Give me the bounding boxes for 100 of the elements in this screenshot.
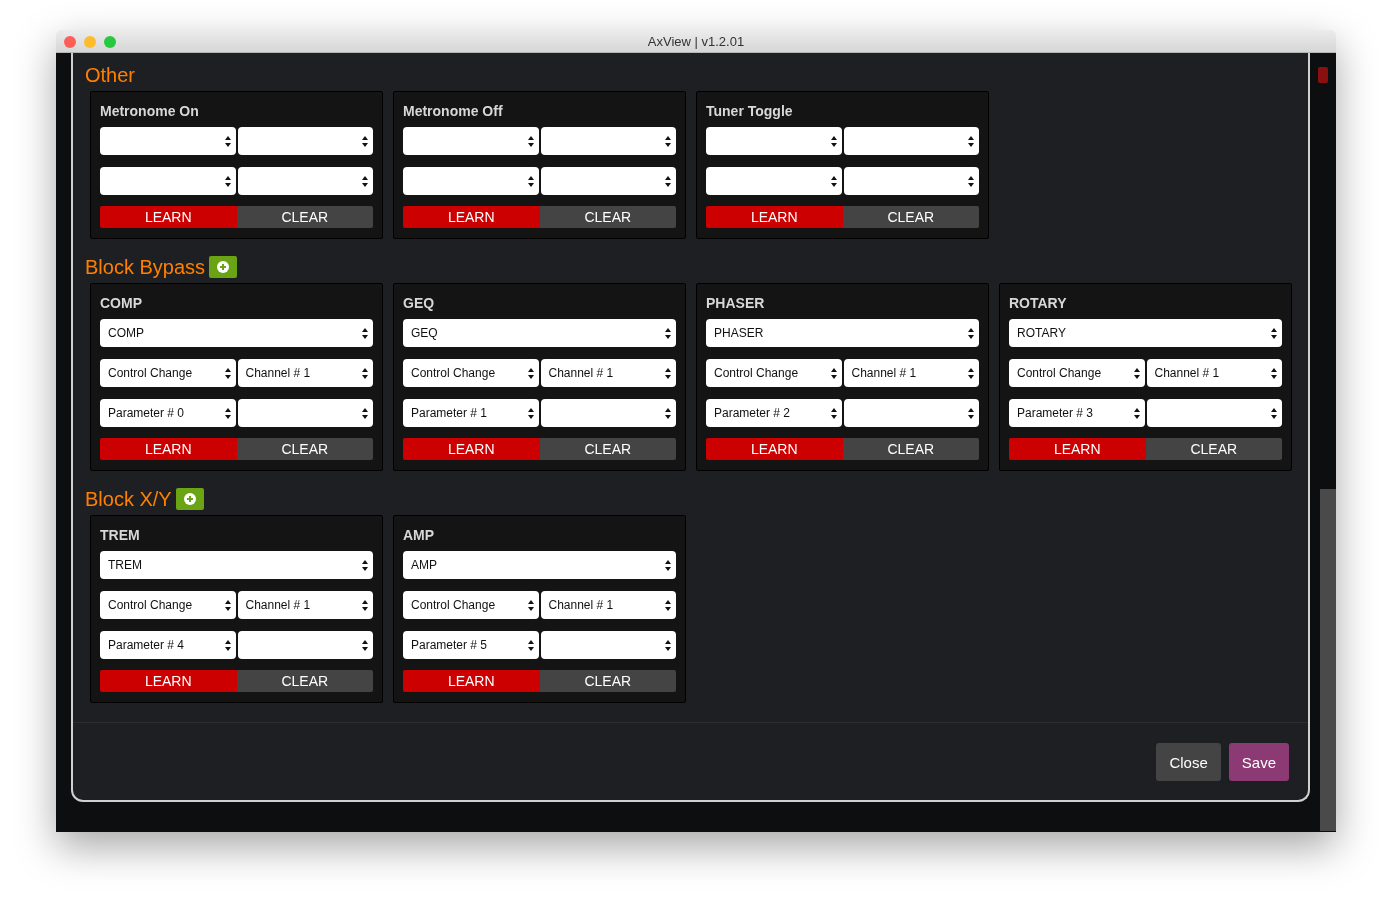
select-field[interactable] <box>237 127 373 155</box>
updown-arrows-icon <box>224 175 231 187</box>
select-field[interactable] <box>100 167 236 195</box>
select-field[interactable] <box>706 127 842 155</box>
select-field[interactable] <box>540 399 676 427</box>
select-field[interactable]: Parameter # 5 <box>403 631 539 659</box>
scrollbar-thumb[interactable] <box>1320 489 1336 831</box>
select-field[interactable] <box>540 167 676 195</box>
card-title: AMP <box>403 526 436 545</box>
select-field[interactable] <box>843 167 979 195</box>
clear-button[interactable]: CLEAR <box>539 670 676 692</box>
updown-arrows-icon <box>527 175 534 187</box>
plus-icon <box>183 493 196 505</box>
clear-button[interactable]: CLEAR <box>539 206 676 228</box>
updown-arrows-icon <box>1133 367 1140 379</box>
select-field[interactable] <box>237 631 373 659</box>
updown-arrows-icon <box>1133 407 1140 419</box>
clear-button[interactable]: CLEAR <box>842 206 979 228</box>
select-field[interactable]: Control Change <box>100 359 236 387</box>
select-field[interactable]: COMP <box>100 319 373 347</box>
select-field[interactable]: Channel # 1 <box>1146 359 1282 387</box>
select-field[interactable] <box>843 399 979 427</box>
clear-button[interactable]: CLEAR <box>236 438 373 460</box>
select-field[interactable] <box>237 167 373 195</box>
learn-button[interactable]: LEARN <box>706 438 843 460</box>
updown-arrows-icon <box>362 639 368 651</box>
learn-button[interactable]: LEARN <box>100 206 237 228</box>
select-field[interactable]: AMP <box>403 551 676 579</box>
card-title: Tuner Toggle <box>706 102 794 121</box>
select-field[interactable]: Control Change <box>403 359 539 387</box>
select-field[interactable] <box>237 399 373 427</box>
updown-arrows-icon <box>1271 407 1277 419</box>
select-field[interactable]: Control Change <box>706 359 842 387</box>
add-button[interactable] <box>175 488 204 510</box>
clear-button[interactable]: CLEAR <box>1145 438 1282 460</box>
updown-arrows-icon <box>665 367 671 379</box>
select-field[interactable]: Control Change <box>1009 359 1145 387</box>
select-field[interactable]: Parameter # 0 <box>100 399 236 427</box>
updown-arrows-icon <box>224 135 231 147</box>
select-field[interactable]: Parameter # 4 <box>100 631 236 659</box>
select-field[interactable]: Control Change <box>100 591 236 619</box>
updown-arrows-icon <box>362 367 368 379</box>
select-field[interactable] <box>403 127 539 155</box>
add-button[interactable] <box>209 256 238 278</box>
updown-arrows-icon <box>665 327 671 339</box>
clear-button[interactable]: CLEAR <box>236 206 373 228</box>
select-field[interactable]: Channel # 1 <box>843 359 979 387</box>
select-field[interactable]: PHASER <box>706 319 979 347</box>
updown-arrows-icon <box>527 135 534 147</box>
close-button[interactable]: Close <box>1156 743 1221 781</box>
updown-arrows-icon <box>830 367 837 379</box>
updown-arrows-icon <box>362 559 368 571</box>
save-button[interactable]: Save <box>1228 743 1289 781</box>
updown-arrows-icon <box>362 135 368 147</box>
select-field[interactable]: Parameter # 1 <box>403 399 539 427</box>
updown-arrows-icon <box>665 407 671 419</box>
select-field[interactable]: Control Change <box>403 591 539 619</box>
updown-arrows-icon <box>830 135 837 147</box>
clear-button[interactable]: CLEAR <box>539 438 676 460</box>
card-title: PHASER <box>706 294 766 313</box>
zoom-window-icon[interactable] <box>104 36 116 48</box>
section-title: Block X/Y <box>85 487 172 511</box>
updown-arrows-icon <box>224 639 231 651</box>
select-field[interactable]: ROTARY <box>1009 319 1282 347</box>
select-field[interactable] <box>540 631 676 659</box>
learn-button[interactable]: LEARN <box>100 438 237 460</box>
select-field[interactable] <box>843 127 979 155</box>
learn-button[interactable]: LEARN <box>403 438 540 460</box>
clear-button[interactable]: CLEAR <box>236 670 373 692</box>
select-field[interactable]: Parameter # 2 <box>706 399 842 427</box>
select-field[interactable]: TREM <box>100 551 373 579</box>
select-field[interactable]: GEQ <box>403 319 676 347</box>
updown-arrows-icon <box>968 407 974 419</box>
select-field[interactable] <box>403 167 539 195</box>
updown-arrows-icon <box>665 599 671 611</box>
learn-button[interactable]: LEARN <box>100 670 237 692</box>
updown-arrows-icon <box>1271 367 1277 379</box>
updown-arrows-icon <box>527 639 534 651</box>
minimize-window-icon[interactable] <box>84 36 96 48</box>
select-field[interactable]: Channel # 1 <box>540 359 676 387</box>
updown-arrows-icon <box>665 135 671 147</box>
updown-arrows-icon <box>830 175 837 187</box>
updown-arrows-icon <box>224 599 231 611</box>
learn-button[interactable]: LEARN <box>403 206 540 228</box>
updown-arrows-icon <box>362 599 368 611</box>
select-field[interactable] <box>100 127 236 155</box>
select-field[interactable]: Parameter # 3 <box>1009 399 1145 427</box>
learn-button[interactable]: LEARN <box>706 206 843 228</box>
select-field[interactable] <box>540 127 676 155</box>
select-field[interactable] <box>1146 399 1282 427</box>
select-field[interactable] <box>706 167 842 195</box>
select-field[interactable]: Channel # 1 <box>237 359 373 387</box>
learn-button[interactable]: LEARN <box>1009 438 1146 460</box>
section-title: Block Bypass <box>85 255 206 279</box>
clear-button[interactable]: CLEAR <box>842 438 979 460</box>
updown-arrows-icon <box>527 407 534 419</box>
select-field[interactable]: Channel # 1 <box>237 591 373 619</box>
select-field[interactable]: Channel # 1 <box>540 591 676 619</box>
close-window-icon[interactable] <box>64 36 76 48</box>
learn-button[interactable]: LEARN <box>403 670 540 692</box>
